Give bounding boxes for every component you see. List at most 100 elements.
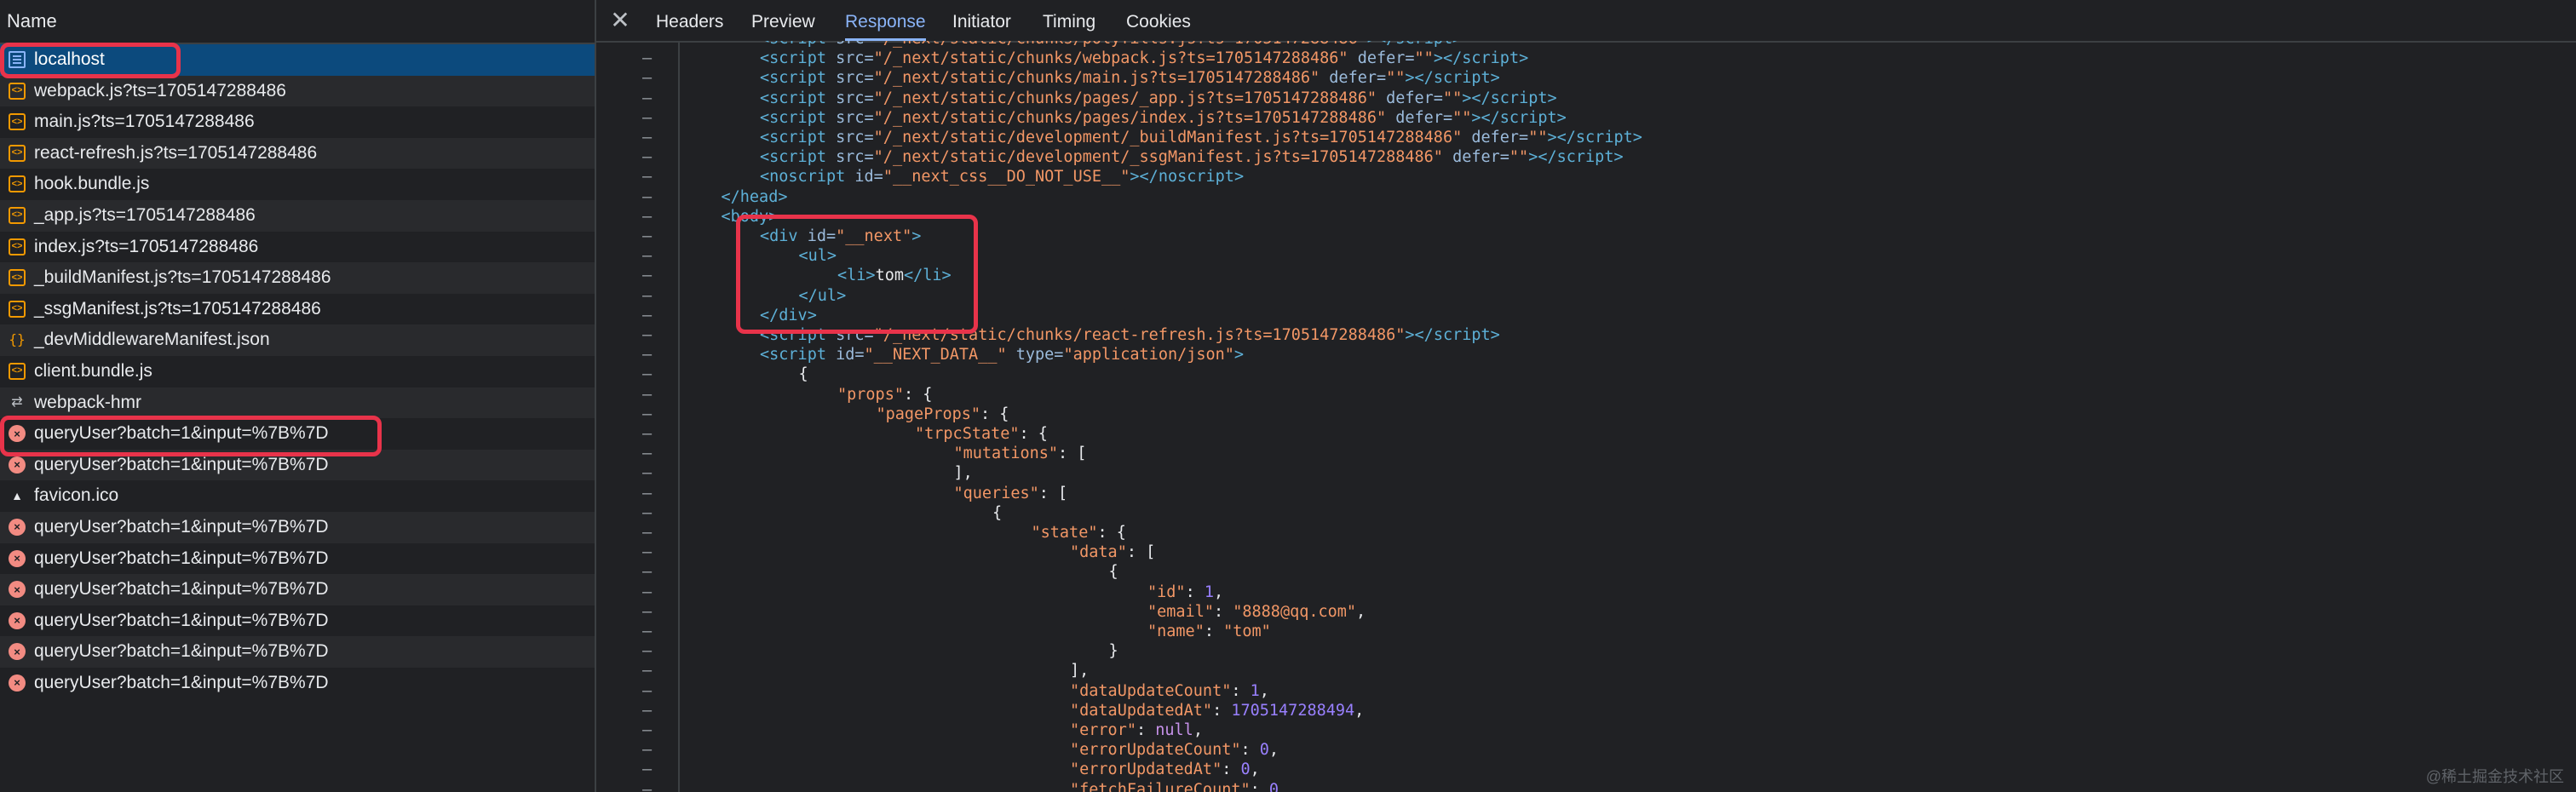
code-token: > — [1519, 49, 1529, 68]
code-line: – <ul> — [596, 246, 2576, 266]
request-row[interactable]: localhost — [0, 44, 595, 76]
collapse-marker[interactable]: – — [642, 49, 654, 68]
request-row[interactable]: <> main.js?ts=1705147288486 — [0, 106, 595, 138]
collapse-marker[interactable]: – — [642, 266, 654, 285]
code-token: type= — [1006, 346, 1064, 364]
collapse-marker[interactable]: – — [642, 41, 654, 49]
code-token: < — [760, 148, 770, 167]
request-row[interactable]: × queryUser?batch=1&input=%7B%7D — [0, 605, 595, 637]
collapse-marker[interactable]: – — [642, 108, 654, 128]
collapse-marker[interactable]: – — [642, 187, 654, 207]
code-text: } — [1109, 641, 1118, 661]
code-line: –], — [596, 463, 2576, 483]
request-row[interactable]: <> webpack.js?ts=1705147288486 — [0, 75, 595, 107]
request-row[interactable]: <> _buildManifest.js?ts=1705147288486 — [0, 262, 595, 294]
request-row[interactable]: × queryUser?batch=1&input=%7B%7D — [0, 511, 595, 543]
code-line: – "error": null, — [596, 720, 2576, 740]
request-row[interactable]: × queryUser?batch=1&input=%7B%7D — [0, 668, 595, 699]
request-row[interactable]: <> hook.bundle.js — [0, 169, 595, 200]
collapse-marker[interactable]: – — [642, 681, 654, 701]
request-row[interactable]: ⇄ webpack-hmr — [0, 387, 595, 419]
collapse-marker[interactable]: – — [642, 523, 654, 542]
collapse-marker[interactable]: – — [642, 306, 654, 325]
collapse-marker[interactable]: – — [642, 345, 654, 364]
collapse-marker[interactable]: – — [642, 246, 654, 266]
code-token: ></ — [1462, 89, 1491, 107]
collapse-marker[interactable]: – — [642, 207, 654, 227]
request-row[interactable]: × queryUser?batch=1&input=%7B%7D — [0, 543, 595, 575]
collapse-marker[interactable]: – — [642, 562, 654, 582]
code-text: "queries": [ — [954, 484, 1068, 503]
collapse-marker[interactable]: – — [642, 227, 654, 246]
code-text: { — [799, 364, 808, 384]
code-token: : [ — [1058, 445, 1087, 463]
code-token: "__next_css__DO_NOT_USE__" — [883, 168, 1130, 187]
collapse-marker[interactable]: – — [642, 661, 654, 680]
code-token: "8888@qq.com" — [1233, 602, 1357, 621]
code-token: > — [807, 306, 817, 324]
collapse-marker[interactable]: – — [642, 385, 654, 405]
request-name: queryUser?batch=1&input=%7B%7D — [34, 610, 329, 630]
collapse-marker[interactable]: – — [642, 760, 654, 779]
tab-cookies[interactable]: Cookies — [1126, 0, 1191, 41]
collapse-marker[interactable]: – — [642, 325, 654, 345]
code-text: <ul> — [799, 246, 837, 266]
collapse-marker[interactable]: – — [642, 583, 654, 602]
collapse-marker[interactable]: – — [642, 444, 654, 463]
request-row[interactable]: <> _app.js?ts=1705147288486 — [0, 199, 595, 232]
collapse-marker[interactable]: – — [642, 602, 654, 622]
request-row[interactable]: <> index.js?ts=1705147288486 — [0, 232, 595, 263]
collapse-marker[interactable]: – — [642, 68, 654, 88]
collapse-marker[interactable]: – — [642, 484, 654, 503]
close-icon[interactable]: ✕ — [608, 9, 632, 32]
code-token: </ — [760, 306, 779, 324]
collapse-marker[interactable]: – — [642, 740, 654, 760]
code-token: > — [1632, 129, 1642, 146]
code-token: : — [1240, 741, 1260, 760]
collapse-marker[interactable]: – — [642, 641, 654, 661]
collapse-marker[interactable]: – — [642, 780, 654, 792]
collapse-marker[interactable]: – — [642, 147, 654, 167]
response-source[interactable]: –<script src="/_next/static/chunks/polyf… — [596, 41, 2576, 792]
tab-preview[interactable]: Preview — [751, 0, 815, 41]
request-row[interactable]: × queryUser?batch=1&input=%7B%7D — [0, 636, 595, 668]
collapse-marker[interactable]: – — [642, 720, 654, 740]
request-name: client.bundle.js — [34, 360, 152, 381]
collapse-marker[interactable]: – — [642, 405, 654, 424]
code-token: "pageProps" — [876, 405, 981, 423]
request-row[interactable]: <> _ssgManifest.js?ts=1705147288486 — [0, 294, 595, 325]
request-row[interactable]: × queryUser?batch=1&input=%7B%7D — [0, 449, 595, 481]
collapse-marker[interactable]: – — [642, 542, 654, 562]
tab-initiator[interactable]: Initiator — [952, 0, 1011, 41]
collapse-marker[interactable]: – — [642, 701, 654, 720]
code-line: – "state": { — [596, 523, 2576, 542]
request-row[interactable]: × queryUser?batch=1&input=%7B%7D — [0, 574, 595, 605]
error-icon: × — [9, 581, 26, 599]
collapse-marker[interactable]: – — [642, 167, 654, 187]
request-row[interactable]: {} _devMiddlewareManifest.json — [0, 324, 595, 356]
request-row[interactable]: <> react-refresh.js?ts=1705147288486 — [0, 137, 595, 169]
websocket-icon: ⇄ — [11, 394, 23, 410]
error-icon: × — [9, 549, 26, 567]
code-line: – <body> — [596, 207, 2576, 227]
collapse-marker[interactable]: – — [642, 286, 654, 306]
code-token: "state" — [1031, 524, 1098, 542]
tab-timing[interactable]: Timing — [1043, 0, 1095, 41]
collapse-marker[interactable]: – — [642, 622, 654, 641]
collapse-marker[interactable]: – — [642, 463, 654, 483]
request-row[interactable]: ▲ favicon.ico — [0, 480, 595, 512]
collapse-marker[interactable]: – — [642, 128, 654, 147]
collapse-marker[interactable]: – — [642, 364, 654, 384]
name-column-header[interactable]: Name — [0, 0, 595, 44]
request-name: _ssgManifest.js?ts=1705147288486 — [34, 298, 321, 319]
code-token: script — [769, 346, 826, 364]
collapse-marker[interactable]: – — [642, 424, 654, 444]
request-row[interactable]: <> client.bundle.js — [0, 356, 595, 387]
code-line: – <script src="/_next/static/chunks/pages… — [596, 108, 2576, 128]
code-token: : — [1212, 701, 1232, 720]
collapse-marker[interactable]: – — [642, 89, 654, 108]
collapse-marker[interactable]: – — [642, 503, 654, 523]
tab-headers[interactable]: Headers — [656, 0, 723, 41]
request-row[interactable]: × queryUser?batch=1&input=%7B%7D — [0, 418, 595, 450]
tab-response[interactable]: Response — [845, 0, 926, 41]
